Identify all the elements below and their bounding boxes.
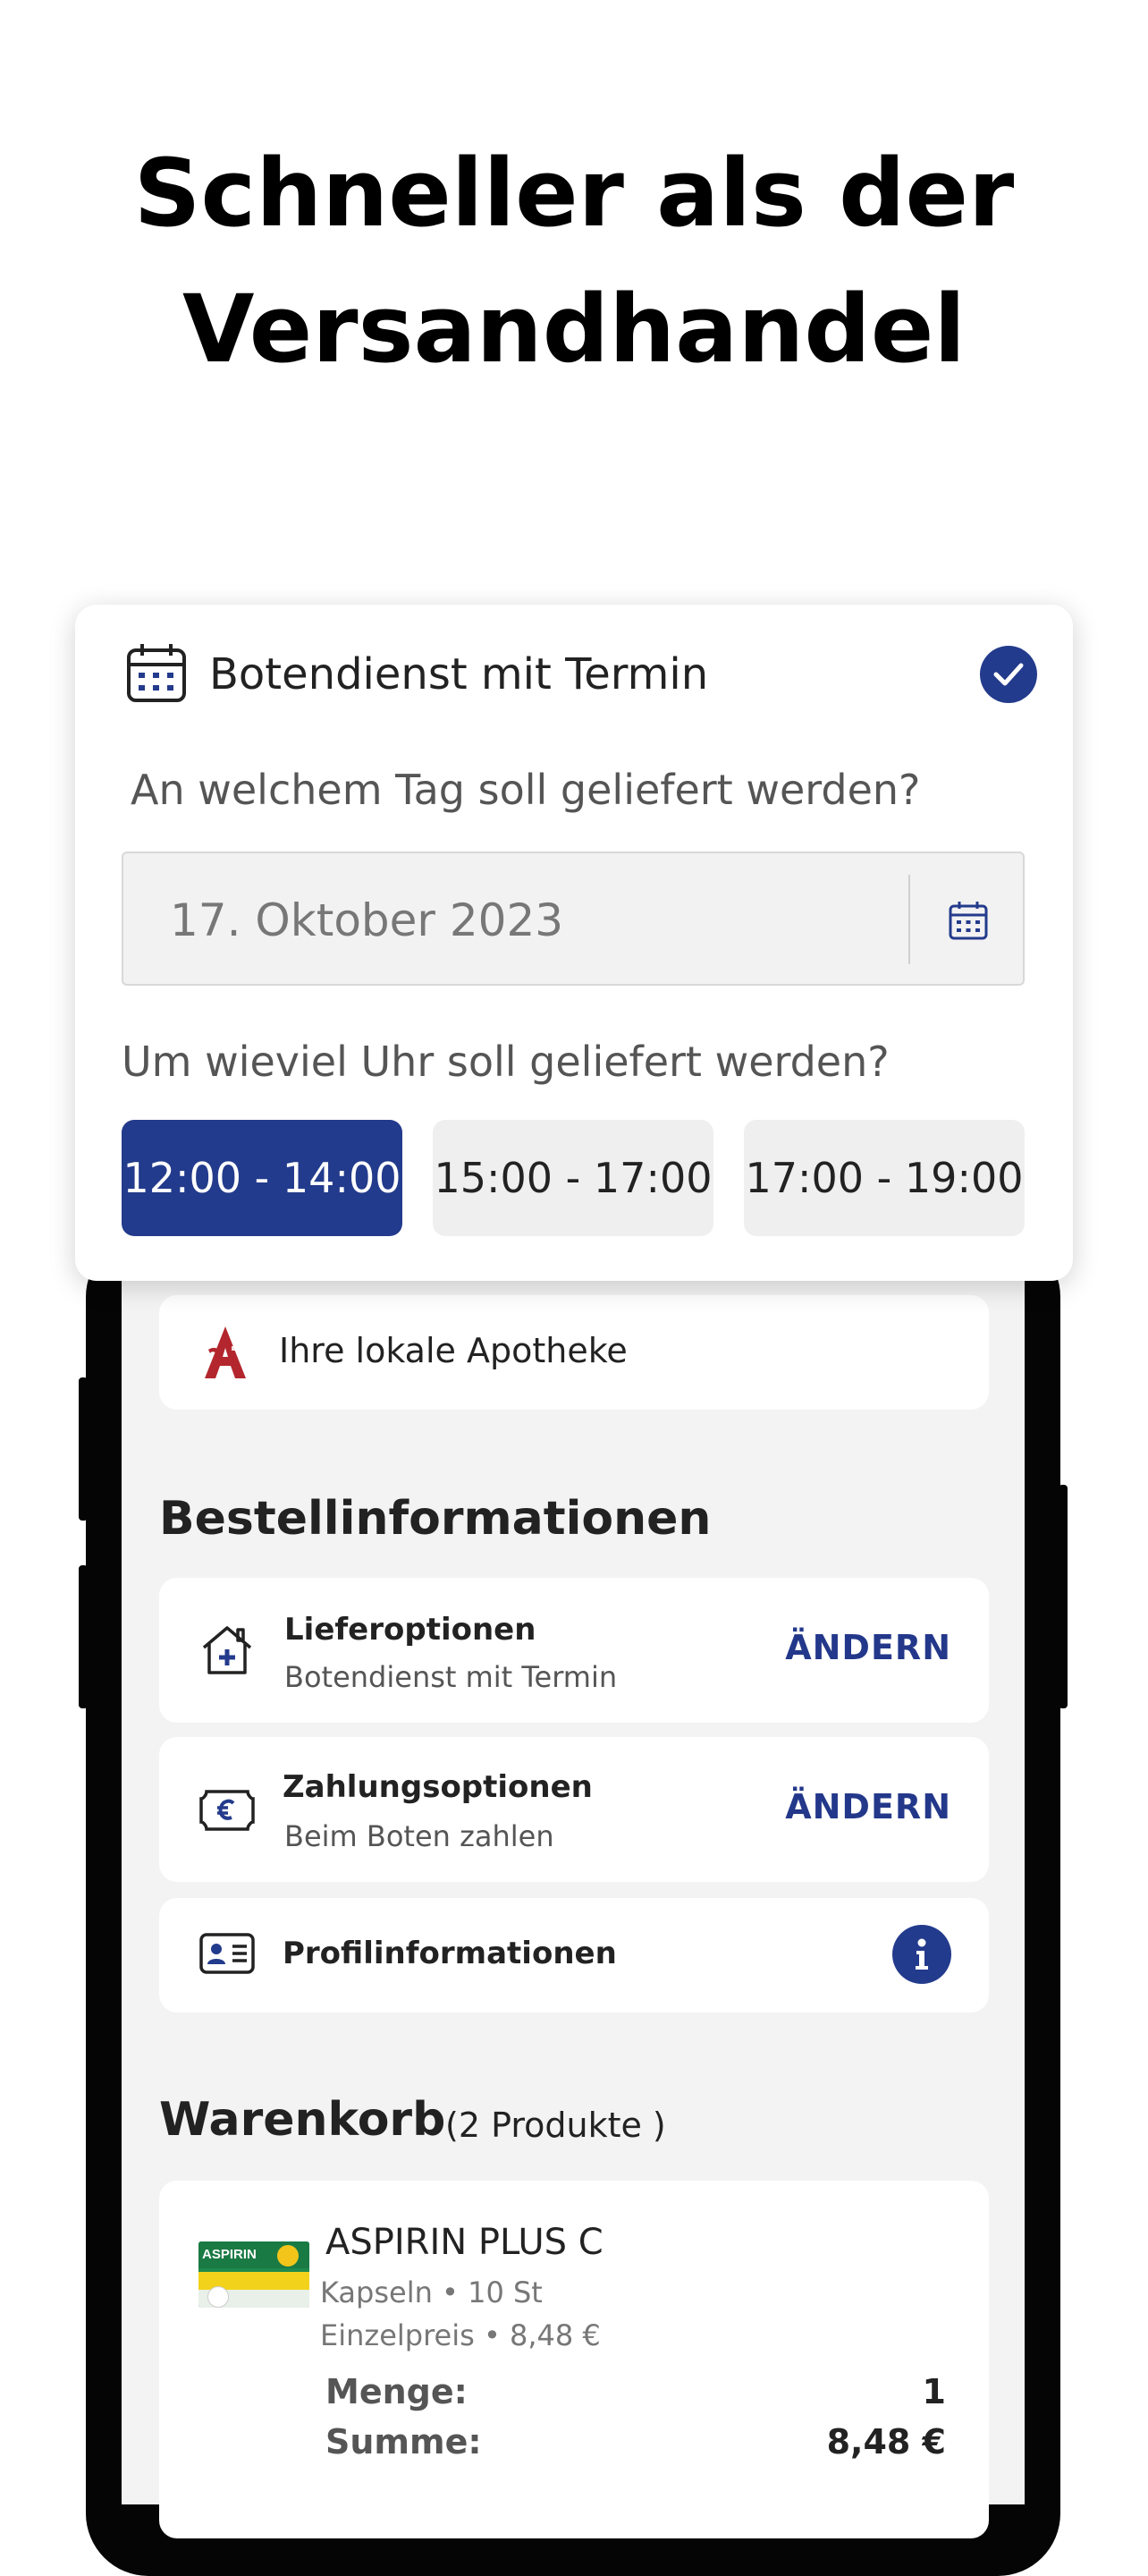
change-delivery-button[interactable]: ÄNDERN — [785, 1628, 951, 1667]
phone-side-button — [79, 1377, 88, 1521]
time-question: Um wieviel Uhr soll geliefert werden? — [122, 1038, 890, 1086]
product-name: ASPIRIN PLUS C — [325, 2222, 604, 2263]
order-info-heading: Bestellinformationen — [159, 1492, 712, 1546]
cart-heading: Warenkorb — [159, 2093, 446, 2147]
calendar-icon — [123, 640, 190, 707]
id-card-icon — [197, 1927, 257, 1980]
date-value: 17. Oktober 2023 — [170, 894, 564, 946]
product-image: ASPIRIN — [198, 2241, 309, 2308]
quantity-label: Menge: — [325, 2372, 468, 2411]
delivery-options-card[interactable]: Lieferoptionen Botendienst mit Termin ÄN… — [159, 1578, 989, 1723]
headline: Schneller als der Versandhandel — [0, 125, 1148, 397]
cart-item-card[interactable]: ASPIRIN ASPIRIN PLUS C Kapseln • 10 St E… — [159, 2181, 989, 2538]
house-plus-icon — [197, 1619, 257, 1680]
change-payment-button[interactable]: ÄNDERN — [785, 1787, 951, 1826]
date-question: An welchem Tag soll geliefert werden? — [131, 766, 921, 814]
profile-card[interactable]: Profilinformationen — [159, 1898, 989, 2012]
product-form: Kapseln • 10 St — [320, 2275, 543, 2309]
time-slot-15-17[interactable]: 15:00 - 17:00 — [433, 1120, 713, 1236]
date-input-divider — [908, 875, 910, 964]
payment-options-card[interactable]: Zahlungsoptionen Beim Boten zahlen ÄNDER… — [159, 1737, 989, 1882]
payment-options-subtitle: Beim Boten zahlen — [284, 1819, 554, 1853]
date-picker-icon[interactable] — [946, 898, 991, 943]
headline-line-1: Schneller als der — [133, 139, 1015, 248]
sum-label: Summe: — [325, 2422, 482, 2462]
phone-side-button — [79, 1565, 88, 1708]
time-slot-17-19[interactable]: 17:00 - 19:00 — [744, 1120, 1025, 1236]
quantity-value: 1 — [922, 2372, 946, 2411]
pharmacy-label: Ihre lokale Apotheke — [279, 1331, 628, 1370]
euro-bill-icon — [197, 1780, 257, 1841]
delivery-options-subtitle: Botendienst mit Termin — [284, 1660, 618, 1694]
time-slot-12-14[interactable]: 12:00 - 14:00 — [122, 1120, 402, 1236]
date-input[interactable]: 17. Oktober 2023 — [122, 852, 1025, 986]
cart-count: (2 Produkte ) — [445, 2106, 666, 2145]
delivery-options-title: Lieferoptionen — [284, 1612, 536, 1648]
pharmacy-card[interactable]: Ihre lokale Apotheke — [159, 1295, 989, 1410]
delivery-appointment-card: Botendienst mit Termin An welchem Tag so… — [75, 605, 1073, 1281]
sum-value: 8,48 € — [826, 2422, 946, 2462]
apotheke-logo-icon — [195, 1322, 256, 1383]
info-icon[interactable] — [892, 1925, 951, 1984]
selected-check-icon[interactable] — [980, 646, 1037, 703]
payment-options-title: Zahlungsoptionen — [283, 1769, 593, 1805]
profile-title: Profilinformationen — [283, 1936, 617, 1971]
headline-line-2: Versandhandel — [181, 275, 967, 384]
product-unit-price: Einzelpreis • 8,48 € — [320, 2318, 601, 2352]
delivery-option-title: Botendienst mit Termin — [209, 649, 709, 699]
phone-power-button — [1059, 1485, 1068, 1708]
